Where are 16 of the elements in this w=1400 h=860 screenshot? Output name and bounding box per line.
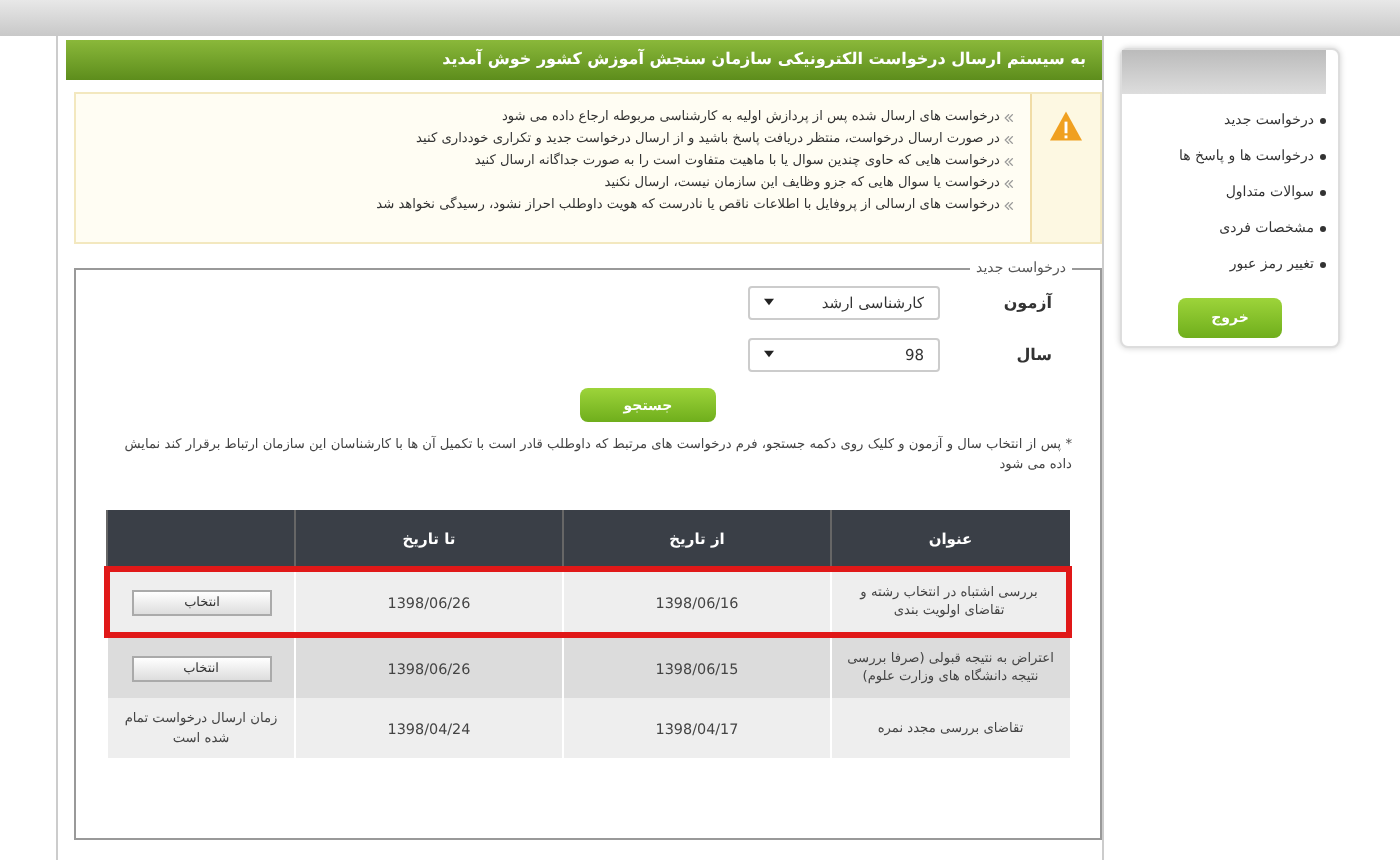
chevron-icon [1004, 113, 1014, 121]
bullet-icon [1320, 225, 1326, 231]
caret-icon [764, 350, 774, 358]
welcome-banner: به سیستم ارسال درخواست الکترونیکی سازمان سنجش آموزش کشور خوش آمدید [66, 40, 1102, 80]
caret-icon [764, 298, 774, 306]
bullet-icon [1320, 261, 1326, 267]
field-label: آزمون [1008, 293, 1052, 311]
chevron-icon [1004, 179, 1014, 187]
warning-icon [1048, 110, 1084, 142]
bullet-icon [1320, 189, 1326, 195]
bullet-icon [1320, 117, 1326, 123]
chevron-icon [1004, 157, 1014, 165]
chevron-icon [1004, 135, 1014, 143]
field-label: سال [1014, 345, 1052, 363]
chevron-icon [1004, 201, 1014, 209]
bullet-icon [1320, 153, 1326, 159]
